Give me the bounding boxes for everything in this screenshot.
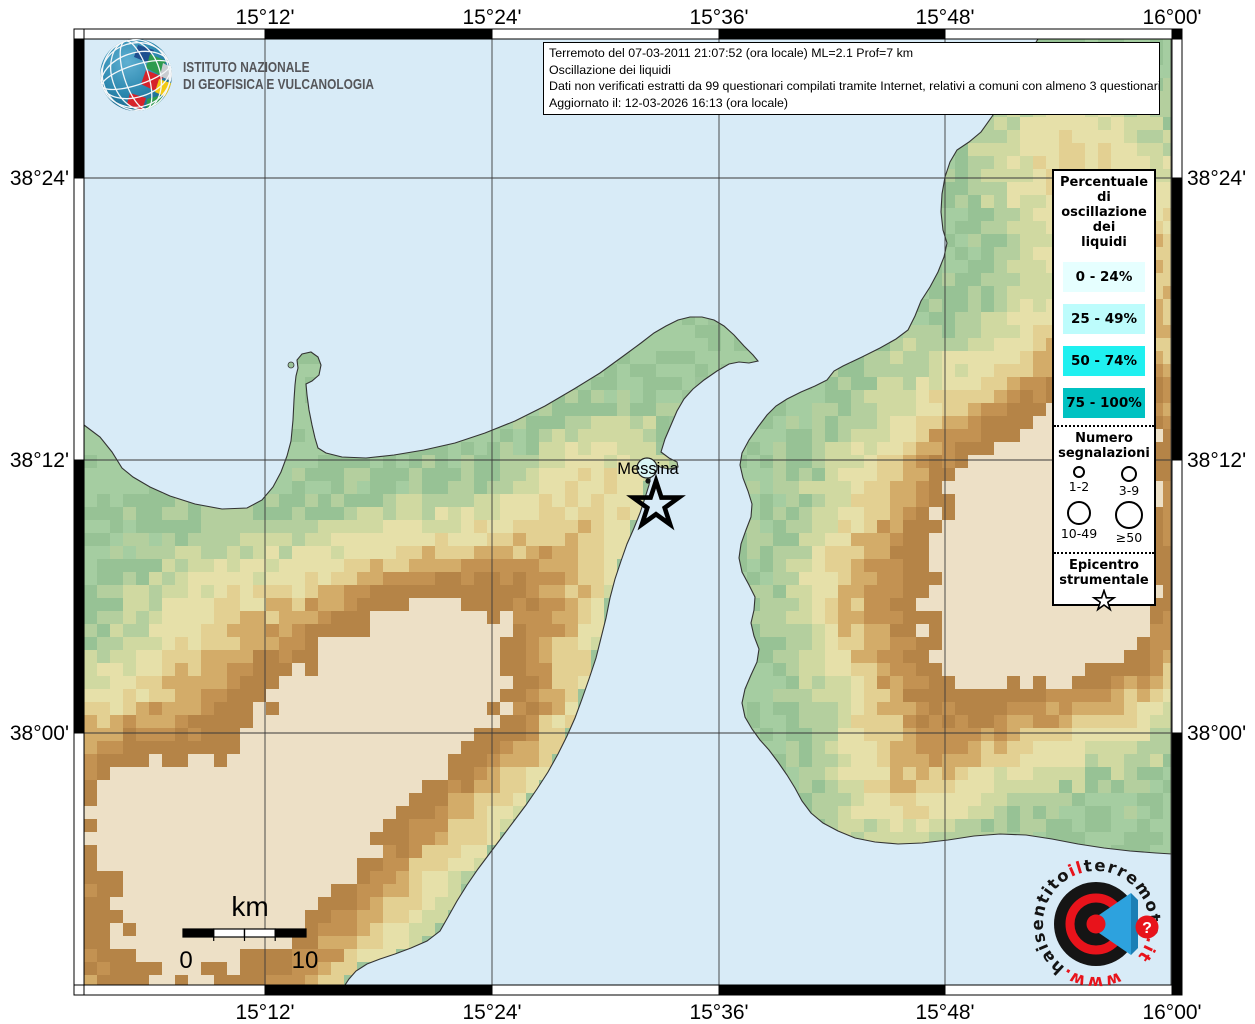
axis-tick-label: 16°00'	[1142, 6, 1201, 29]
scale-bar-start: 0	[179, 947, 192, 974]
axis-tick-label: 38°00'	[1187, 722, 1246, 745]
axis-left-labels: 38°24' 38°12' 38°00'	[10, 167, 69, 745]
axis-top-labels: 15°12' 15°24' 15°36' 15°48' 16°00'	[235, 6, 1201, 29]
ingv-name-line2: DI GEOFISICA E VULCANOLOGIA	[183, 76, 374, 92]
legend-epicenter-star	[1054, 589, 1154, 617]
axis-bottom-labels: 15°12' 15°24' 15°36' 15°48' 16°00'	[235, 1001, 1201, 1024]
legend-epicenter-title: Epicentrostrumentale	[1054, 558, 1154, 588]
earthquake-map-page: { "info_box": { "lines": [ "Terremoto de…	[0, 0, 1255, 1024]
question-badge-glyph: ?	[1142, 920, 1152, 937]
legend-report-size-label: 3-9	[1119, 484, 1139, 498]
report-circle-icon	[1115, 501, 1143, 529]
legend-report-size-label: 10-49	[1061, 527, 1097, 541]
frame-corner	[74, 29, 84, 39]
legend-swatch: 25 - 49%	[1063, 304, 1145, 334]
legend-swatch: 0 - 24%	[1063, 262, 1145, 292]
legend-text-line: di	[1054, 190, 1154, 205]
axis-tick-label: 15°48'	[915, 6, 974, 29]
legend-swatch: 75 - 100%	[1063, 388, 1145, 418]
info-box-line: Aggiornato il: 12-03-2026 16:13 (ora loc…	[549, 95, 1154, 112]
legend-text-line: dei	[1054, 220, 1154, 235]
city-dot	[645, 478, 650, 483]
legend-text-line: Epicentro	[1054, 558, 1154, 573]
axis-tick-label: 15°36'	[689, 1001, 748, 1024]
report-circle-icon	[1073, 466, 1085, 478]
axis-tick-label: 15°48'	[915, 1001, 974, 1024]
axis-tick-label: 38°12'	[1187, 449, 1246, 472]
legend-report-size-item: 3-9	[1104, 466, 1154, 498]
info-box-line: Terremoto del 07-03-2011 21:07:52 (ora l…	[549, 45, 1154, 62]
map-terrain	[84, 39, 1176, 988]
legend-text-line: Percentuale	[1054, 175, 1154, 190]
info-box-line: Dati non verificati estratti da 99 quest…	[549, 78, 1154, 95]
frame-corner	[74, 985, 84, 995]
legend-text-line: liquidi	[1054, 235, 1154, 250]
axis-tick-label: 38°00'	[10, 722, 69, 745]
earthquake-info-box: Terremoto del 07-03-2011 21:07:52 (ora l…	[543, 42, 1160, 115]
info-box-line: Oscillazione dei liquidi	[549, 62, 1154, 79]
scale-bar-end: 10	[292, 947, 319, 974]
legend-text-line: segnalazioni	[1054, 446, 1154, 461]
legend-report-circles: 1-2 3-9 10-49 ≥50	[1054, 463, 1154, 545]
legend-report-size-item: 1-2	[1054, 466, 1104, 498]
legend-separator	[1054, 425, 1154, 427]
legend-report-size-label: 1-2	[1069, 480, 1089, 494]
legend-text-line: Numero	[1054, 431, 1154, 446]
legend-text-line: oscillazione	[1054, 205, 1154, 220]
axis-tick-label: 38°24'	[1187, 167, 1246, 190]
city-label: Messina	[617, 460, 679, 478]
legend-title: Percentualedioscillazionedeiliquidi	[1054, 175, 1154, 250]
axis-tick-label: 38°24'	[10, 167, 69, 190]
legend-report-size-item: ≥50	[1104, 501, 1154, 545]
axis-tick-label: 38°12'	[10, 449, 69, 472]
legend-text-line: strumentale	[1054, 573, 1154, 588]
legend-panel: Percentualedioscillazionedeiliquidi 0 - …	[1052, 169, 1156, 606]
report-circle-icon	[1067, 501, 1091, 525]
legend-reports-title: Numerosegnalazioni	[1054, 431, 1154, 461]
ingv-name-line1: ISTITUTO NAZIONALE	[183, 59, 310, 75]
axis-tick-label: 15°24'	[462, 6, 521, 29]
small-island	[288, 362, 294, 368]
axis-right-labels: 38°24' 38°12' 38°00'	[1187, 167, 1246, 745]
epicenter-star-legend-icon	[1094, 591, 1114, 610]
axis-tick-label: 15°12'	[235, 1001, 294, 1024]
scale-bar-unit: km	[231, 891, 268, 922]
axis-tick-label: 15°36'	[689, 6, 748, 29]
axis-tick-label: 15°12'	[235, 6, 294, 29]
axis-tick-label: 16°00'	[1142, 1001, 1201, 1024]
legend-report-size-label: ≥50	[1116, 531, 1142, 545]
legend-swatch: 50 - 74%	[1063, 346, 1145, 376]
legend-separator	[1054, 552, 1154, 554]
report-circle-icon	[1121, 466, 1137, 482]
axis-tick-label: 15°24'	[462, 1001, 521, 1024]
legend-report-size-item: 10-49	[1054, 501, 1104, 545]
legend-color-scale: 0 - 24% 25 - 49% 50 - 74% 75 - 100%	[1054, 262, 1154, 418]
